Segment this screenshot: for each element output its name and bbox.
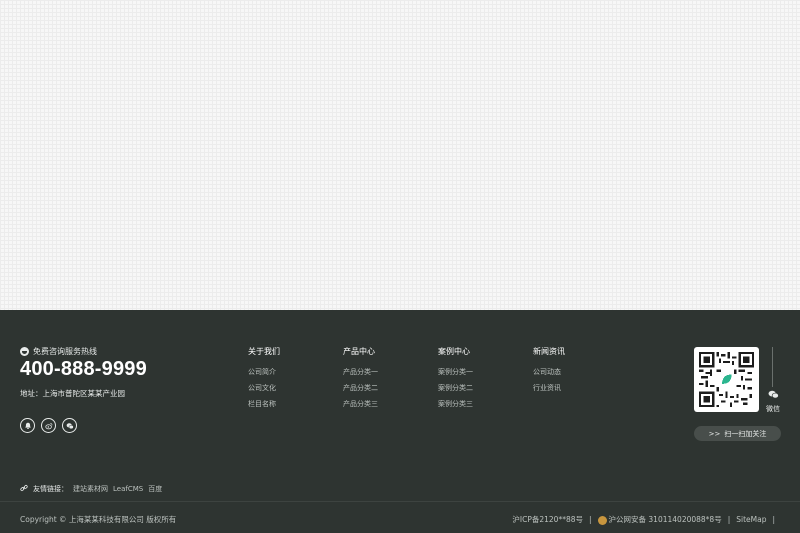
record-info: 沪ICP备2120**88号 | 沪公网安备 310114020088*8号 |… [512,514,775,525]
wechat-side-label: 微信 [766,405,780,413]
nav-column-cases: 案例中心 案例分类一 案例分类二 案例分类三 [438,346,473,416]
scan-follow-label: 扫一扫加关注 [724,429,767,438]
friend-links-label: 友情链接： [33,485,68,493]
police-record-link[interactable]: 沪公网安备 310114020088*8号 [597,514,722,525]
nav-title-products: 产品中心 [343,347,375,356]
hotline-number: 400-888-9999 [20,358,147,380]
separator: | [772,515,775,524]
nav-link-case-cat-2[interactable]: 案例分类二 [438,384,473,393]
police-badge-icon [597,515,607,525]
nav-column-products: 产品中心 产品分类一 产品分类二 产品分类三 [343,346,378,416]
nav-link-column-name[interactable]: 栏目名称 [248,400,280,409]
police-record-text: 沪公网安备 310114020088*8号 [608,515,722,524]
site-footer: 免费咨询服务热线 400-888-9999 地址：上海市普陀区某某产业园 关于我… [0,310,800,533]
qq-icon[interactable] [20,418,35,433]
qr-divider [772,347,773,387]
scan-follow-button[interactable]: >> 扫一扫加关注 [694,426,781,441]
wechat-side-tab[interactable]: 微信 [762,390,784,414]
nav-link-product-cat-3[interactable]: 产品分类三 [343,400,378,409]
friend-links: 友情链接： 建站素材网 LeafCMS 百度 [20,484,162,494]
wechat-side-icon [762,390,784,402]
wechat-qr-code [694,347,759,412]
content-canvas [0,0,800,310]
separator: | [727,515,731,524]
nav-title-about: 关于我们 [248,347,280,356]
qr-code-icon [699,352,754,407]
wechat-icon[interactable] [62,418,77,433]
nav-link-company-intro[interactable]: 公司简介 [248,368,280,377]
nav-title-cases: 案例中心 [438,347,470,356]
friend-link-baidu[interactable]: 百度 [148,484,162,494]
nav-link-company-culture[interactable]: 公司文化 [248,384,280,393]
copyright: Copyright © 上海某某科技有限公司 版权所有 [20,515,177,524]
nav-column-about: 关于我们 公司简介 公司文化 栏目名称 [248,346,280,416]
social-links [20,418,77,433]
phone-icon [20,347,29,356]
nav-link-product-cat-1[interactable]: 产品分类一 [343,368,378,377]
sitemap-link[interactable]: SiteMap [736,515,766,524]
hotline-label: 免费咨询服务热线 [20,346,97,357]
link-icon [20,484,28,494]
nav-link-company-news[interactable]: 公司动态 [533,368,565,377]
hotline-label-text: 免费咨询服务热线 [33,347,97,356]
scan-prefix: >> [708,429,721,438]
separator: | [589,515,592,524]
nav-link-product-cat-2[interactable]: 产品分类二 [343,384,378,393]
weibo-icon[interactable] [41,418,56,433]
address: 地址：上海市普陀区某某产业园 [20,389,125,398]
friend-link-leafcms[interactable]: LeafCMS [113,485,143,493]
nav-link-case-cat-1[interactable]: 案例分类一 [438,368,473,377]
footer-bottom-bar: Copyright © 上海某某科技有限公司 版权所有 沪ICP备2120**8… [0,501,800,533]
nav-column-news: 新闻资讯 公司动态 行业资讯 [533,346,565,400]
nav-link-industry-news[interactable]: 行业资讯 [533,384,565,393]
nav-link-case-cat-3[interactable]: 案例分类三 [438,400,473,409]
nav-title-news: 新闻资讯 [533,347,565,356]
icp-link[interactable]: 沪ICP备2120**88号 [512,514,583,525]
friend-link-jianzhan[interactable]: 建站素材网 [73,484,108,494]
